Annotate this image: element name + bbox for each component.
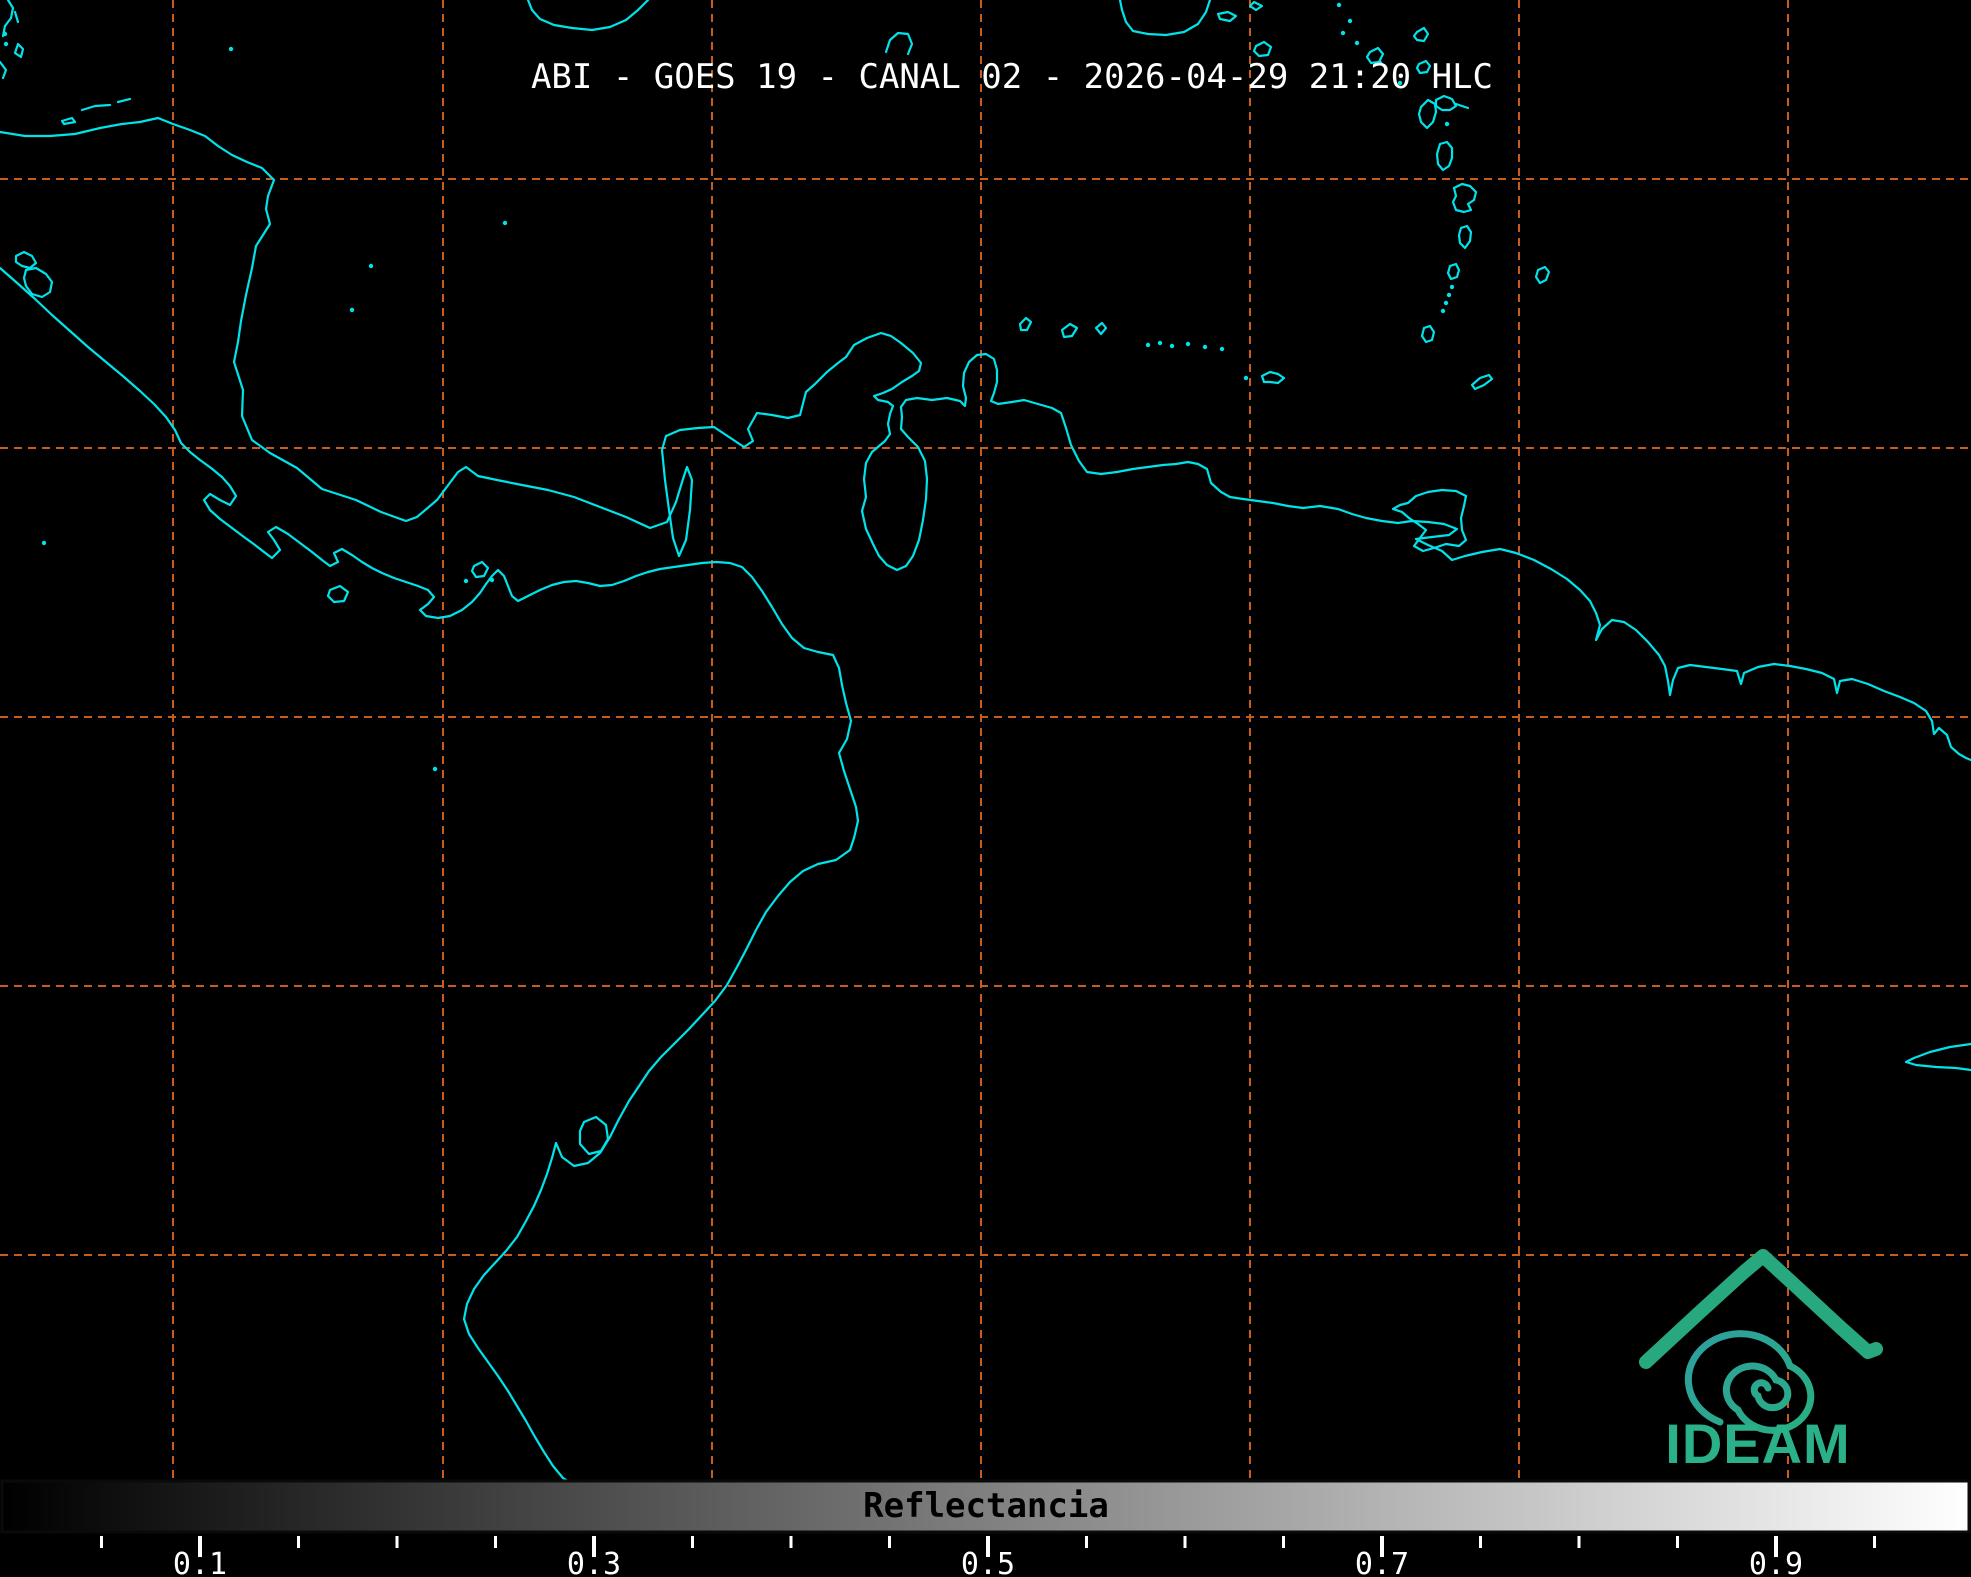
island-dot [4, 42, 8, 46]
island-dot [42, 541, 46, 545]
goes-satellite-map: ABI - GOES 19 - CANAL 02 - 2026-04-29 21… [0, 0, 1971, 1577]
island-dot [1355, 41, 1359, 45]
island-dot [1220, 347, 1224, 351]
island-dot [1146, 343, 1150, 347]
island-dot [1186, 342, 1190, 346]
colorbar-tick-label: 0.3 [567, 1547, 621, 1577]
colorbar-tick-label: 0.1 [173, 1547, 227, 1577]
island-dot [503, 221, 507, 225]
island-dot [1441, 309, 1445, 313]
colorbar-title: Reflectancia [863, 1486, 1109, 1526]
island-dot [229, 47, 233, 51]
image-title: ABI - GOES 19 - CANAL 02 - 2026-04-29 21… [531, 57, 1493, 97]
satellite-image-viewport: ABI - GOES 19 - CANAL 02 - 2026-04-29 21… [0, 0, 1971, 1577]
island-dot [1447, 293, 1451, 297]
island-dot [1444, 301, 1448, 305]
island-dot [369, 264, 373, 268]
island-dot [1158, 341, 1162, 345]
colorbar-tick-label: 0.9 [1749, 1547, 1803, 1577]
island-dot [1445, 122, 1449, 126]
island-dot [490, 578, 494, 582]
island-dot [1348, 19, 1352, 23]
island-dot [1341, 31, 1345, 35]
island-dot [1203, 345, 1207, 349]
island-dot [1450, 285, 1454, 289]
island-dot [433, 767, 437, 771]
island-dot [1244, 376, 1248, 380]
colorbar-tick-label: 0.7 [1355, 1547, 1409, 1577]
logo-wordmark: IDEAM [1665, 1412, 1850, 1475]
island-dot [464, 579, 468, 583]
island-dot [3, 32, 7, 36]
island-dot [1170, 344, 1174, 348]
colorbar-tick-label: 0.5 [961, 1547, 1015, 1577]
island-dot [1337, 3, 1341, 7]
island-dot [350, 308, 354, 312]
